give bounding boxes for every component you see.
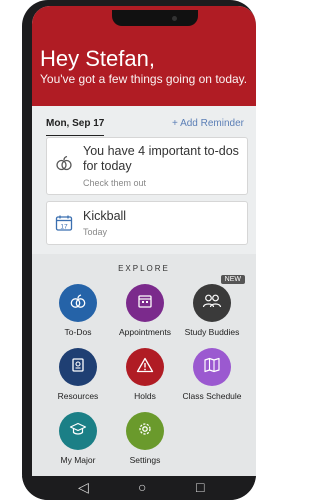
tile-study-buddies[interactable]: NEW Study Buddies (176, 275, 248, 337)
tile-label: Class Schedule (182, 391, 242, 401)
tile-label: Appointments (119, 327, 171, 337)
tile-my-major[interactable]: My Major (42, 412, 114, 465)
event-card[interactable]: 17 Kickball Today (46, 201, 248, 245)
apple-icon (69, 292, 87, 315)
tile-resources[interactable]: Resources (42, 348, 114, 401)
tile-holds[interactable]: Holds (109, 348, 181, 401)
my-major-circle[interactable] (59, 412, 97, 450)
explore-heading: EXPLORE (118, 264, 170, 273)
recent-apps-icon[interactable]: □ (196, 479, 204, 495)
new-badge: NEW (220, 275, 245, 284)
event-card-title: Kickball (83, 209, 127, 223)
greeting-title: Hey Stefan, (40, 46, 155, 71)
tile-to-dos[interactable]: To-Dos (42, 284, 114, 337)
tile-label: Holds (134, 391, 156, 401)
tile-label: Study Buddies (184, 327, 240, 337)
android-nav-bar: ◁ ○ □ (22, 476, 256, 500)
apple-icon (55, 154, 73, 172)
appointments-circle[interactable] (126, 284, 164, 322)
phone-notch (112, 10, 198, 26)
map-icon (203, 357, 221, 378)
tile-label: To-Dos (64, 327, 92, 337)
todo-card-subtitle: Check them out (83, 178, 147, 188)
calendar-17-icon: 17 (55, 214, 73, 232)
todo-card[interactable]: You have 4 important to-dos for today Ch… (46, 137, 248, 195)
add-reminder-link[interactable]: + Add Reminder (172, 118, 244, 129)
graduation-cap-icon (69, 421, 87, 442)
settings-circle[interactable] (126, 412, 164, 450)
class-schedule-circle[interactable] (193, 348, 231, 386)
people-icon (202, 293, 222, 314)
app-screen: Hey Stefan, You've got a few things goin… (32, 6, 256, 476)
todo-card-title: You have 4 important to-dos for today (83, 144, 239, 173)
greeting-subtitle: You've got a few things going on today. (40, 72, 248, 86)
back-icon[interactable]: ◁ (78, 479, 89, 495)
tile-label: Resources (57, 391, 99, 401)
book-icon (70, 357, 86, 378)
explore-section: EXPLORE To-Dos Appointments NEW Study Bu… (32, 254, 256, 476)
home-icon[interactable]: ○ (138, 479, 146, 495)
holds-circle[interactable] (126, 348, 164, 386)
phone-frame: Hey Stefan, You've got a few things goin… (22, 0, 256, 500)
event-card-subtitle: Today (83, 227, 108, 237)
to-dos-circle[interactable] (59, 284, 97, 322)
camera-icon (172, 16, 177, 21)
study-buddies-circle[interactable]: NEW (193, 275, 245, 322)
gear-icon (136, 420, 154, 443)
tile-settings[interactable]: Settings (109, 412, 181, 465)
date-bar: Mon, Sep 17 + Add Reminder (32, 114, 256, 136)
current-date: Mon, Sep 17 (46, 118, 105, 129)
tile-appointments[interactable]: Appointments (109, 284, 181, 337)
calendar-day-text: 17 (60, 224, 68, 231)
warning-icon (136, 357, 154, 378)
resources-circle[interactable] (59, 348, 97, 386)
tile-label: My Major (60, 455, 96, 465)
tile-class-schedule[interactable]: Class Schedule (176, 348, 248, 401)
calendar-icon (137, 293, 153, 314)
tile-label: Settings (129, 455, 161, 465)
date-underline (46, 135, 104, 136)
